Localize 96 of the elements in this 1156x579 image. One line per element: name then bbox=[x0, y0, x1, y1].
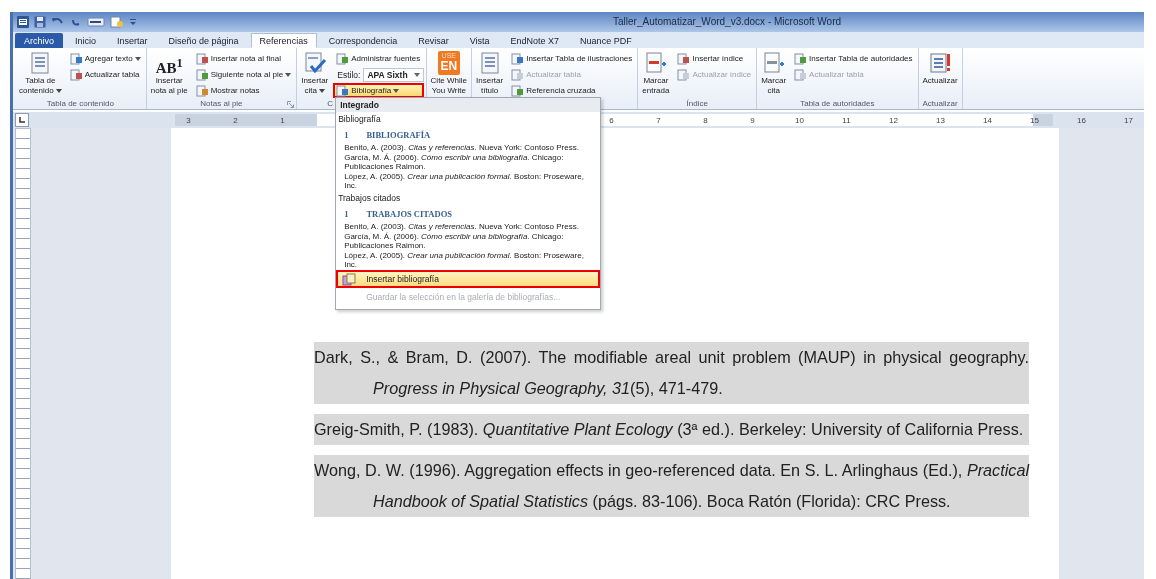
reference-entry: Dark, S., & Bram, D. (2007). The modifiable areal unit problem (MAUP) in physical geography. Progress in Physical Geography, 31(5), 471-479. bbox=[314, 342, 1029, 404]
reference-entry: Wong, D. W. (1996). Aggregation effects in geo-referenced data. En S. L. Arlinghaus (Ed.), Practical Handbook of Spatial Statistics (págs. 83-106). Boca Ratón (Florida): CRC Press. bbox=[314, 455, 1029, 517]
menu-item[interactable]: Insertar bibliografía bbox=[336, 270, 601, 288]
ruler-number: 10 bbox=[794, 115, 805, 125]
ribbon-tab[interactable]: Archivo bbox=[15, 33, 63, 48]
ruler-number: 3 bbox=[185, 115, 192, 125]
tab-selector-icon[interactable] bbox=[15, 113, 29, 127]
ribbon-button[interactable]: Insertar índice bbox=[674, 51, 755, 66]
style-dropdown[interactable]: APA Sixth bbox=[363, 67, 424, 82]
document-icon bbox=[69, 52, 83, 65]
ruler-number: 7 bbox=[655, 115, 662, 125]
preview-entry: López, A. (2005). Crear una publicación formal. Boston: Proseware, Inc. bbox=[344, 172, 585, 190]
group-label: Notas al pie bbox=[200, 99, 243, 108]
ruler-number: 11 bbox=[841, 115, 852, 125]
style-label: Estilo: bbox=[337, 69, 361, 80]
citation-icon bbox=[302, 51, 327, 75]
ribbon-tab[interactable]: Revisar bbox=[409, 33, 458, 48]
preview-entry: García, M. Á. (2006). Cómo escribir una bibliografía. Chicago: Publicaciones Raimon. bbox=[344, 232, 565, 250]
ribbon-tab[interactable]: Vista bbox=[460, 33, 499, 48]
ribbon-tab[interactable]: Correspondencia bbox=[319, 33, 407, 48]
document-icon bbox=[336, 52, 350, 65]
preview-entry: Benito, A. (2003). Citas y referencias. Nueva York: Contoso Press. bbox=[344, 222, 580, 231]
ribbon-tab[interactable]: Diseño de página bbox=[159, 33, 248, 48]
preview-heading: TRABAJOS CITADOS bbox=[366, 209, 452, 219]
bibliography-icon bbox=[342, 272, 357, 286]
group-label: Tabla de contenido bbox=[46, 98, 114, 108]
ruler-number: 2 bbox=[232, 115, 239, 125]
document-icon bbox=[195, 84, 209, 97]
document-icon bbox=[511, 68, 525, 81]
preview-entry: García, M. Á. (2006). Cómo escribir una bibliografía. Chicago: Publicaciones Raimon. bbox=[344, 153, 565, 171]
ribbon-button[interactable]: Marcar entrada bbox=[640, 50, 672, 97]
ribbon-button[interactable]: Insertar Tabla de autoridades bbox=[791, 51, 916, 66]
ribbon-button[interactable]: AB$^{1}$ Insertar nota al pie bbox=[148, 50, 190, 98]
ruler-number: 13 bbox=[935, 115, 946, 125]
ribbon-button[interactable]: Actualizar bbox=[920, 50, 960, 97]
ruler-number: 12 bbox=[888, 115, 899, 125]
ribbon-button[interactable]: Insertar Tabla de ilustraciones bbox=[508, 51, 636, 66]
document-icon bbox=[677, 68, 691, 81]
heading-number: 1 bbox=[344, 209, 349, 219]
caret-icon bbox=[55, 88, 62, 93]
save-icon[interactable] bbox=[34, 16, 46, 28]
section-header: Integrado bbox=[336, 98, 601, 112]
ribbon-button[interactable]: Insertar nota al final bbox=[192, 51, 295, 66]
group-label: Tabla de autoridades bbox=[800, 98, 875, 108]
ruler-number: 8 bbox=[702, 115, 709, 125]
ribbon-tab[interactable]: Nuance PDF bbox=[571, 33, 641, 48]
group-label: C bbox=[327, 99, 333, 108]
ruler-number: 6 bbox=[608, 115, 615, 125]
document-icon bbox=[677, 52, 691, 65]
footnote-icon: AB$^{1}$ bbox=[155, 51, 183, 75]
document-icon bbox=[511, 52, 525, 65]
caret-icon bbox=[413, 72, 420, 77]
ribbon-button[interactable]: Actualizar tabla bbox=[66, 67, 144, 82]
customize-icon[interactable] bbox=[129, 16, 137, 28]
ribbon-button[interactable]: Referencia cruzada bbox=[508, 83, 636, 98]
preview-entry: López, A. (2005). Crear una publicación formal. Boston: Proseware, Inc. bbox=[344, 251, 585, 269]
window-title: Taller_Automatizar_Word_v3.docx - Microsoft Word bbox=[613, 16, 842, 27]
ribbon-button[interactable]: Siguiente nota al pie bbox=[192, 67, 295, 82]
preview-heading: BIBLIOGRAFÍA bbox=[366, 130, 431, 140]
dialog-launcher-icon[interactable] bbox=[287, 101, 295, 108]
preview-entry: Benito, A. (2003). Citas y referencias. Nueva York: Contoso Press. bbox=[344, 143, 580, 152]
group-label: Actualizar bbox=[922, 98, 958, 108]
ruler-number: 1 bbox=[279, 115, 286, 125]
ribbon-button[interactable]: Administrar fuentes bbox=[333, 51, 424, 66]
reference-entry: Greig-Smith, P. (1983). Quantitative Plant Ecology (3ª ed.). Berkeley: University of California Press. bbox=[314, 414, 1029, 445]
caret-icon bbox=[134, 56, 141, 61]
document-icon bbox=[794, 52, 808, 65]
document-icon bbox=[794, 68, 808, 81]
ribbon-button[interactable]: Insertar cita bbox=[299, 50, 331, 98]
mark-entry-icon bbox=[643, 51, 668, 75]
caret-icon bbox=[285, 72, 292, 77]
ribbon-tab[interactable]: Insertar bbox=[108, 33, 157, 48]
ruler-number: 17 bbox=[1123, 115, 1134, 125]
ruler-number: 15 bbox=[1029, 115, 1040, 125]
heading-number: 1 bbox=[344, 130, 349, 140]
ribbon-button[interactable]: Tabla de contenido bbox=[17, 50, 64, 97]
gallery-item-title[interactable]: Trabajos citados bbox=[338, 193, 599, 203]
gallery-item-title[interactable]: Bibliografía bbox=[338, 114, 599, 124]
ribbon-tab[interactable]: Referencias bbox=[250, 33, 317, 48]
mark-entry-icon bbox=[761, 51, 786, 75]
caret-icon bbox=[318, 88, 325, 93]
ruler-number: 16 bbox=[1076, 115, 1087, 125]
document-icon bbox=[195, 52, 209, 65]
ruler-number: 14 bbox=[982, 115, 993, 125]
group-label: Índice bbox=[686, 98, 708, 108]
ribbon-button[interactable]: Marcar cita bbox=[759, 50, 789, 97]
document-icon bbox=[195, 68, 209, 81]
ribbon-tab[interactable]: EndNote X7 bbox=[501, 33, 569, 48]
ribbon-button[interactable]: Insertar título bbox=[474, 50, 506, 98]
ribbon-button[interactable]: Mostrar notas bbox=[192, 83, 295, 98]
ribbon-button[interactable]: Agregar texto bbox=[66, 51, 144, 66]
caret-icon bbox=[393, 88, 400, 93]
ribbon-tab[interactable]: Inicio bbox=[66, 33, 106, 48]
document-icon bbox=[69, 68, 83, 81]
update-icon bbox=[928, 51, 953, 75]
ruler-number: 9 bbox=[749, 115, 756, 125]
